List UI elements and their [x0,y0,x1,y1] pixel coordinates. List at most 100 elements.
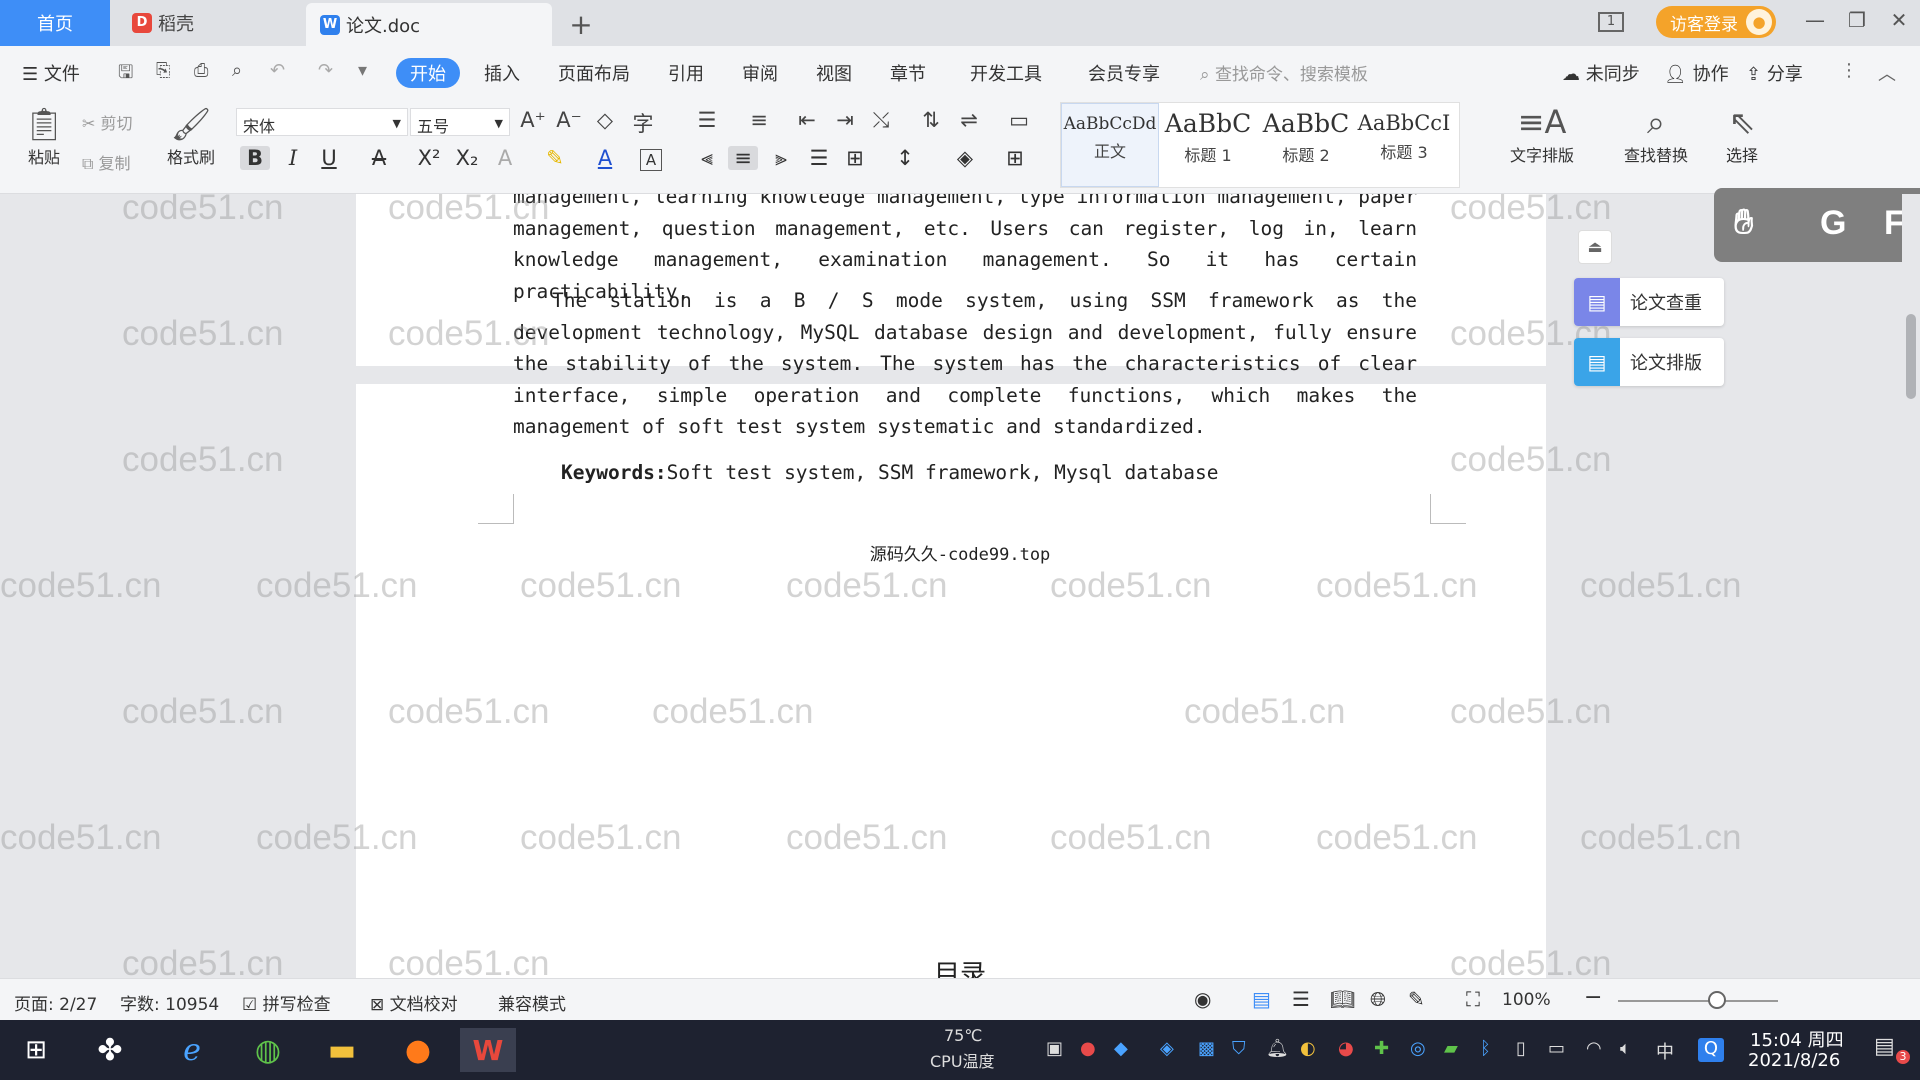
bullet-list-icon[interactable]: ☰ [692,108,722,132]
superscript-button[interactable]: X² [414,146,444,170]
align-left-icon[interactable]: ⫷ [692,146,722,171]
quick-access-dropdown-icon[interactable]: ▾ [358,60,367,81]
shading-icon[interactable]: ◈ [950,146,980,170]
spell-check-toggle[interactable]: ☑ 拼写检查 [242,990,331,1015]
page-view-icon[interactable]: ▤ [1252,987,1271,1011]
bluetooth-icon[interactable]: ᛒ [1480,1038,1491,1059]
shield-icon[interactable]: ⛉ [1232,1038,1246,1059]
tab-review[interactable]: 审阅 [742,60,778,86]
fit-page-icon[interactable]: ⛶ [1466,987,1480,1011]
volume-icon[interactable]: 🔈︎ [1620,1038,1631,1059]
font-name-select[interactable]: 宋体 ▼ [236,108,408,136]
ie-browser-icon[interactable]: ℯ [164,1028,220,1072]
fan-app-icon[interactable]: ✤ [82,1028,138,1072]
restore-button[interactable]: ❐ [1842,8,1872,32]
tray-app-icon[interactable]: ▣ [1046,1038,1063,1059]
word-count[interactable]: 字数: 10954 [120,990,219,1015]
borders-icon[interactable]: ⊞ [1000,146,1030,170]
tray-app-icon[interactable]: ▩ [1198,1038,1215,1059]
minimize-button[interactable]: — [1800,8,1830,32]
new-tab-button[interactable]: + [566,8,596,41]
tab-document[interactable]: W 论文.doc [306,3,552,46]
notification-icon[interactable]: ▤ [1874,1034,1895,1059]
proofread-button[interactable]: ⊠ 文档校对 [370,990,458,1015]
usb-icon[interactable]: ▯ [1516,1038,1526,1059]
tab-member[interactable]: 会员专享 [1088,60,1160,86]
zoom-out-button[interactable]: − [1584,985,1602,1010]
wifi-icon[interactable]: ◠ [1586,1038,1602,1059]
line-spacing-icon[interactable]: ↕ [890,146,920,170]
tray-app-icon[interactable]: ◈ [1160,1038,1174,1059]
style-heading-2[interactable]: AaBbC 标题 2 [1257,103,1355,187]
font-size-select[interactable]: 五号 ▼ [410,108,510,136]
select-button[interactable]: ⇖ 选择 [1712,102,1772,166]
zoom-slider-knob[interactable] [1708,991,1726,1009]
distribute-icon[interactable]: ⊞ [840,146,870,170]
tray-app-icon[interactable]: ◕ [1338,1038,1354,1059]
outline-view-icon[interactable]: ☰ [1292,987,1310,1011]
cut-button[interactable]: ✂ 剪切 [82,110,133,134]
scrollbar-thumb[interactable] [1906,314,1916,399]
tab-references[interactable]: 引用 [668,60,704,86]
pen-icon[interactable]: ✎ [1408,987,1425,1011]
wps-app-icon[interactable]: W [460,1028,516,1072]
zoom-level[interactable]: 100% [1502,990,1551,1010]
read-view-icon[interactable]: 📖︎ [1330,987,1355,1011]
clock-time[interactable]: 15:04 周四 [1750,1026,1844,1052]
text-layout-button[interactable]: ≡A 文字排版 [1492,102,1592,166]
clock-date[interactable]: 2021/8/26 [1748,1050,1840,1071]
vertical-scrollbar[interactable] [1902,194,1920,978]
copy-button[interactable]: ⧉ 复制 [82,150,131,174]
save-icon[interactable]: 🖫 [118,60,133,90]
find-replace-button[interactable]: ⌕ 查找替换 [1606,102,1706,166]
tab-home[interactable]: 首页 [0,0,110,46]
tray-app-icon[interactable]: ◐ [1300,1038,1316,1059]
tray-app-icon[interactable]: ● [1080,1038,1096,1059]
tab-view[interactable]: 视图 [816,60,852,86]
print-preview-icon[interactable]: ⌕ [232,60,242,81]
game-app-icon[interactable]: ● [390,1028,446,1072]
collab-button[interactable]: 👤︎ 协作 [1664,60,1729,86]
thesis-check-button[interactable]: ▤ 论文查重 [1574,278,1724,326]
grow-font-icon[interactable]: A⁺ [518,108,548,132]
tray-app-icon[interactable]: ◎ [1410,1038,1426,1059]
clear-format-icon[interactable]: ◇ [590,108,620,132]
print-icon[interactable]: ⎙ [194,60,208,81]
decrease-indent-icon[interactable]: ⇤ [792,108,822,132]
format-painter-button[interactable]: 🖌︎ 格式刷 [160,104,222,168]
tab-start[interactable]: 开始 [396,58,460,88]
char-border-button[interactable]: A [640,149,662,171]
nvidia-icon[interactable]: ▰ [1444,1038,1458,1059]
ime-indicator[interactable]: 中 [1656,1038,1674,1064]
text-effect-button[interactable]: A [490,146,520,170]
numbered-list-icon[interactable]: ≡ [744,108,774,132]
360-browser-icon[interactable]: ◍ [240,1028,296,1072]
bold-button[interactable]: B [240,146,270,170]
paragraph-mark-icon[interactable]: ⇌ [954,108,984,132]
style-heading-1[interactable]: AaBbC 标题 1 [1159,103,1257,187]
ruler-icon[interactable]: ▭ [1004,108,1034,132]
sort-icon[interactable]: ⇅ [916,108,946,132]
web-view-icon[interactable]: 🌐︎ [1370,987,1386,1011]
align-right-icon[interactable]: ⫸ [766,146,796,171]
sync-status[interactable]: ☁ 未同步 [1562,60,1640,86]
style-normal[interactable]: AaBbCcDd 正文 [1061,103,1159,187]
align-center-icon[interactable]: ≡ [728,146,758,170]
close-button[interactable]: ✕ [1884,8,1914,32]
strikethrough-button[interactable]: A [364,146,394,170]
zoom-slider[interactable] [1618,1000,1778,1002]
underline-button[interactable]: U [314,146,344,170]
thesis-format-button[interactable]: ▤ 论文排版 [1574,338,1724,386]
eye-protect-icon[interactable]: ◉ [1194,987,1211,1011]
bell-icon[interactable]: 🔔︎ [1266,1038,1289,1059]
tab-page-layout[interactable]: 页面布局 [558,60,630,86]
battery-icon[interactable]: ▭ [1548,1038,1565,1059]
file-explorer-icon[interactable]: ▬ [314,1028,370,1072]
collapse-ribbon-icon[interactable]: ︿ [1878,60,1896,86]
tray-app-icon[interactable]: ◆ [1114,1038,1128,1059]
share-button[interactable]: ⇪ 分享 [1746,60,1803,86]
italic-button[interactable]: I [278,146,308,170]
export-icon[interactable]: ⎘ [156,60,170,81]
more-icon[interactable]: ⋮ [1840,60,1858,81]
guest-login-button[interactable]: 访客登录 ● [1656,6,1776,38]
